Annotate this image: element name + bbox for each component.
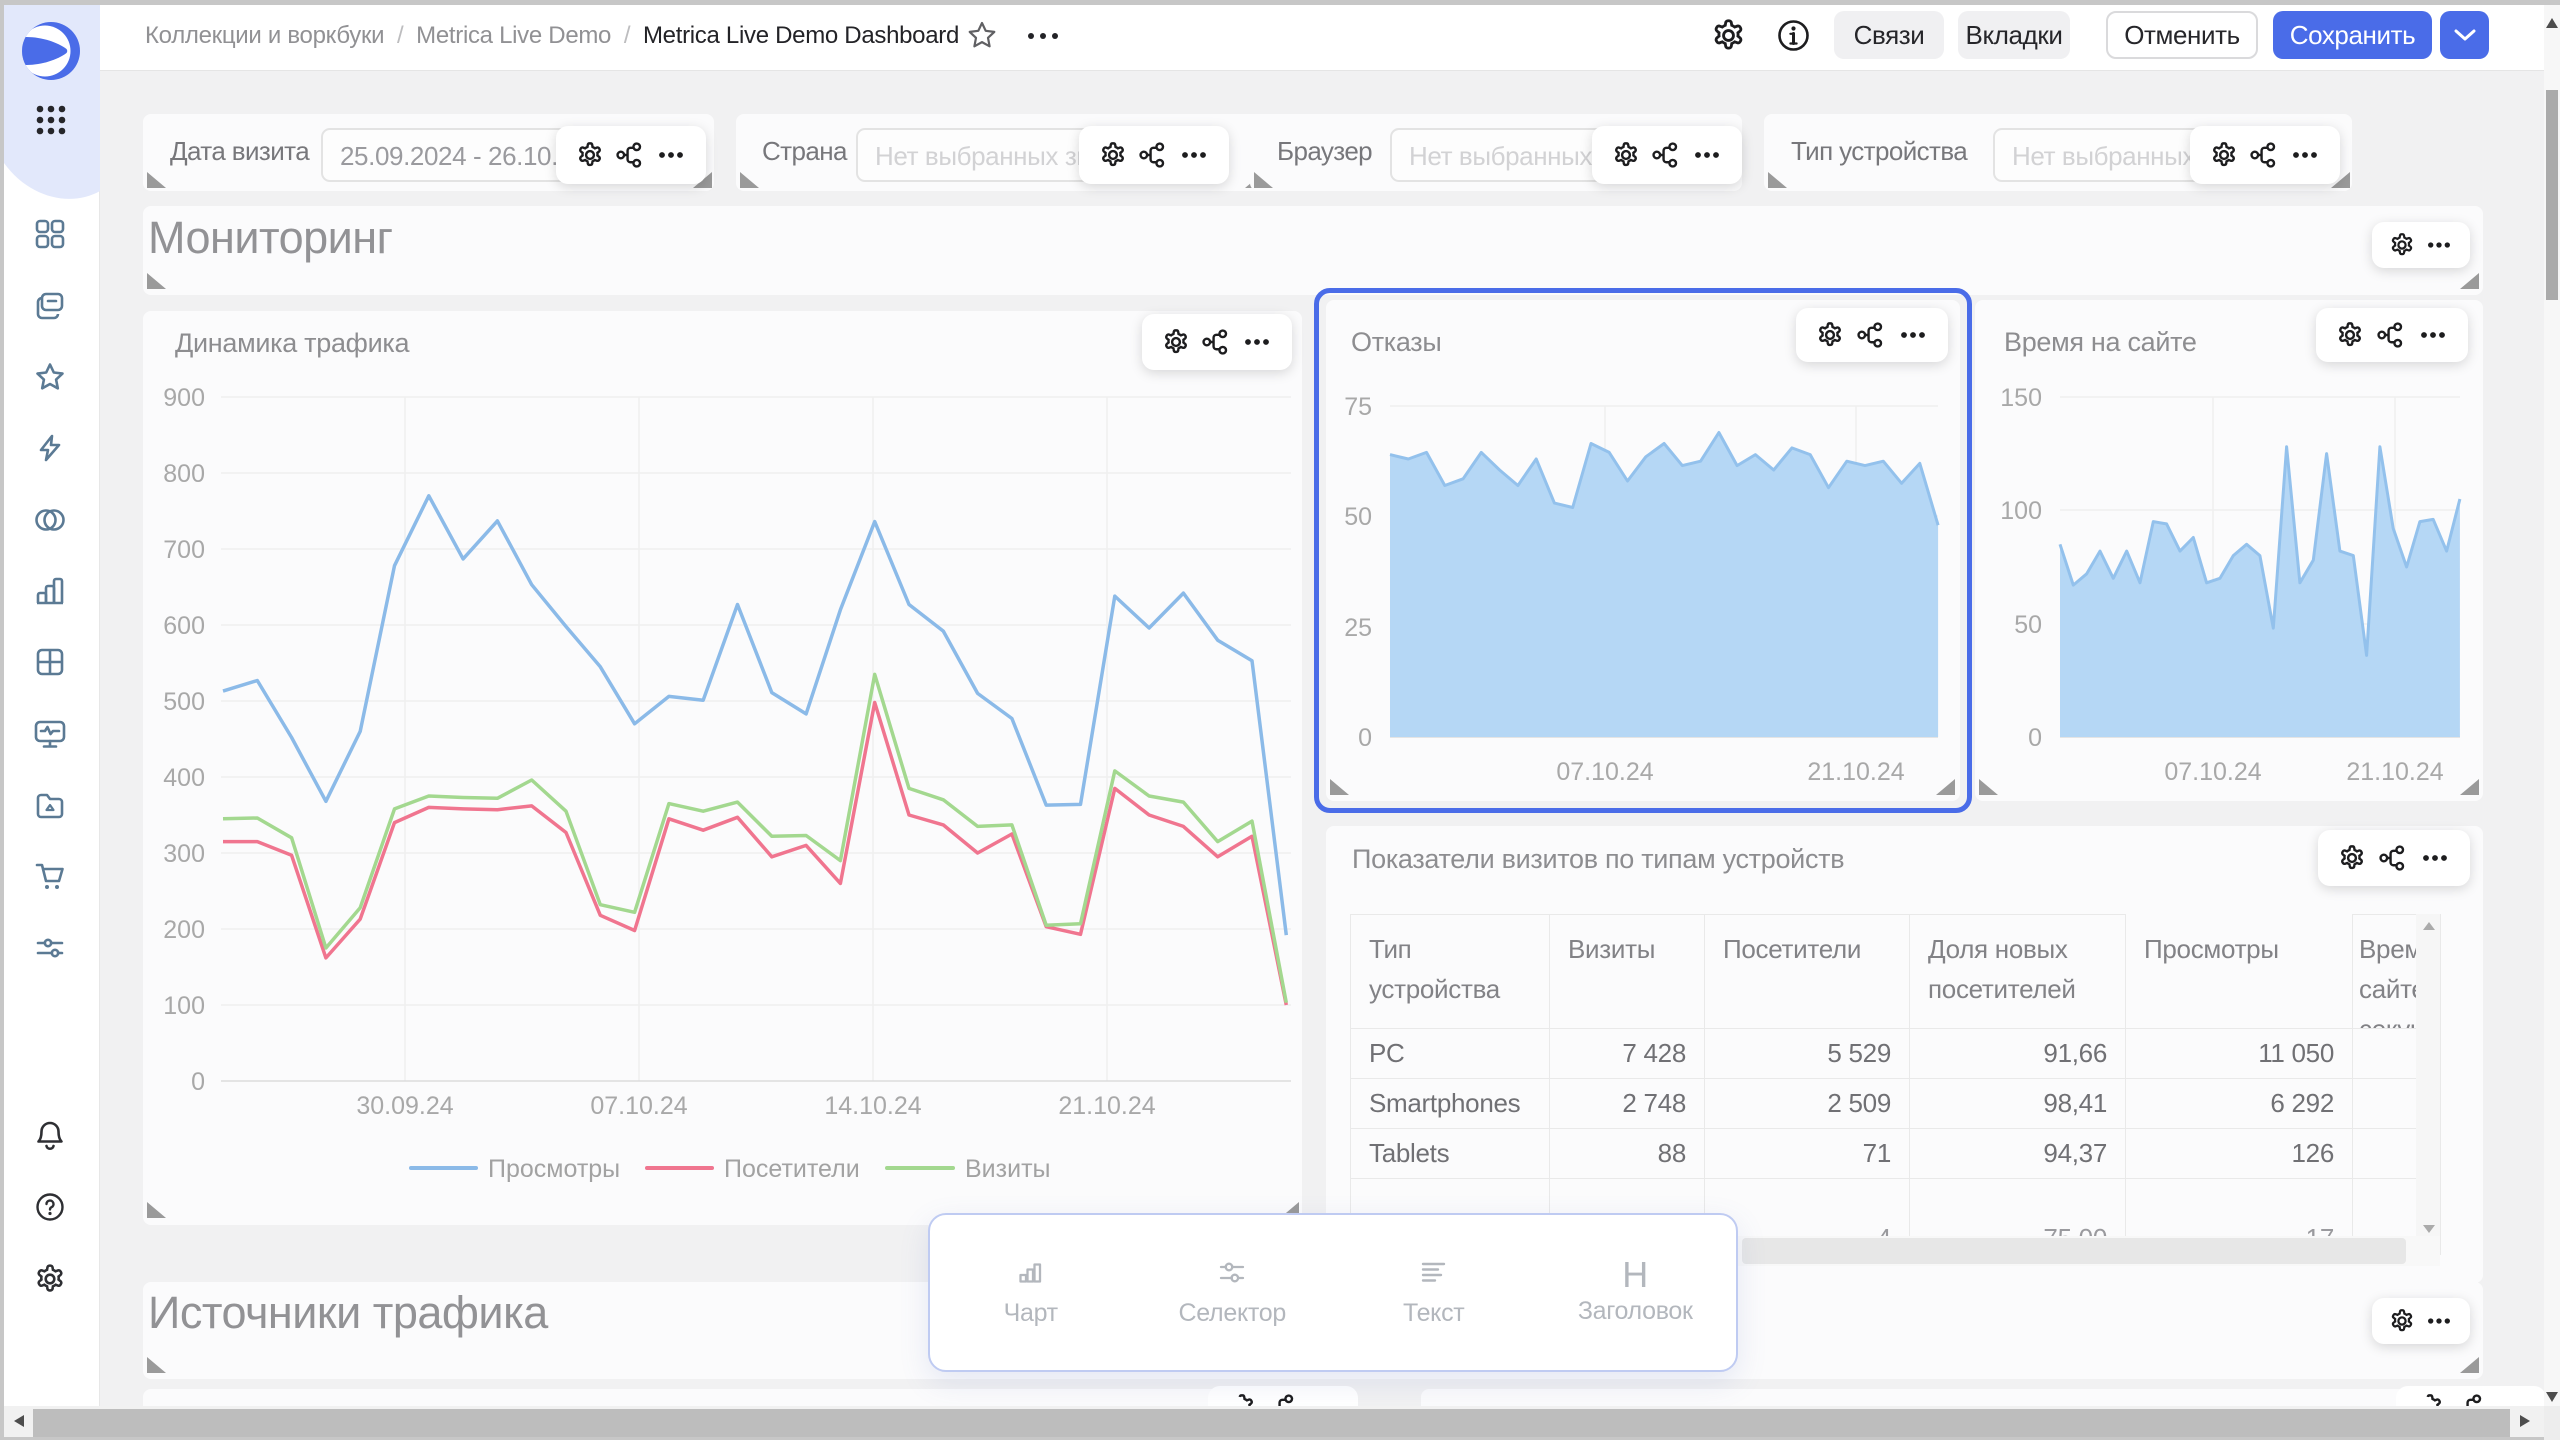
svg-text:Посетители: Посетители <box>724 1155 860 1183</box>
svg-text:Визиты: Визиты <box>965 1155 1051 1183</box>
svg-text:700: 700 <box>163 536 205 564</box>
svg-text:30.09.24: 30.09.24 <box>356 1092 453 1120</box>
svg-text:Динамика трафика: Динамика трафика <box>175 328 410 358</box>
svg-text:07.10.24: 07.10.24 <box>1556 758 1653 786</box>
svg-text:14.10.24: 14.10.24 <box>824 1092 921 1120</box>
svg-text:100: 100 <box>2000 497 2042 525</box>
svg-text:21.10.24: 21.10.24 <box>1807 758 1904 786</box>
svg-text:25: 25 <box>1344 614 1372 642</box>
svg-text:0: 0 <box>2028 724 2042 752</box>
svg-text:Отказы: Отказы <box>1351 327 1441 357</box>
svg-text:900: 900 <box>163 384 205 412</box>
svg-text:0: 0 <box>191 1068 205 1096</box>
svg-text:500: 500 <box>163 688 205 716</box>
svg-text:21.10.24: 21.10.24 <box>2346 758 2443 786</box>
svg-text:50: 50 <box>2014 611 2042 639</box>
svg-text:75: 75 <box>1344 393 1372 421</box>
svg-text:150: 150 <box>2000 384 2042 412</box>
svg-text:300: 300 <box>163 840 205 868</box>
svg-text:100: 100 <box>163 992 205 1020</box>
svg-text:200: 200 <box>163 916 205 944</box>
svg-text:07.10.24: 07.10.24 <box>2164 758 2261 786</box>
svg-text:800: 800 <box>163 460 205 488</box>
svg-text:07.10.24: 07.10.24 <box>590 1092 687 1120</box>
svg-text:50: 50 <box>1344 503 1372 531</box>
svg-text:Время на сайте: Время на сайте <box>2004 327 2197 357</box>
svg-text:600: 600 <box>163 612 205 640</box>
svg-text:400: 400 <box>163 764 205 792</box>
svg-text:Просмотры: Просмотры <box>488 1155 620 1183</box>
svg-text:21.10.24: 21.10.24 <box>1058 1092 1155 1120</box>
svg-text:0: 0 <box>1358 724 1372 752</box>
